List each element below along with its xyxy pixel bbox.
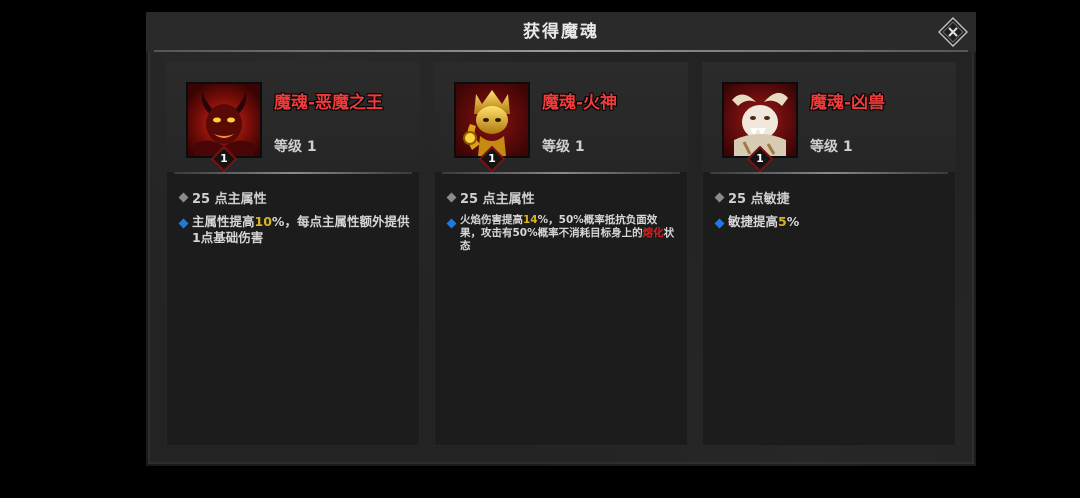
effect-value-highlight: 5 <box>778 214 787 229</box>
soul-name: 魔魂-恶魔之王 <box>274 93 384 113</box>
close-x-icon <box>938 17 968 47</box>
level-badge-number: 1 <box>756 152 764 165</box>
soul-name: 魔魂-火神 <box>542 93 618 113</box>
stat-row: 25 点主属性 <box>178 188 408 208</box>
card-divider <box>442 172 680 174</box>
blue-diamond-bullet-icon <box>446 218 457 229</box>
blue-diamond-bullet-icon <box>714 218 725 229</box>
level-badge: 1 <box>479 146 505 172</box>
stat-row: 25 点主属性 <box>446 188 676 208</box>
effect-description: 敏捷提高5% <box>714 214 946 230</box>
level-badge-number: 1 <box>220 152 228 165</box>
blue-diamond-bullet-icon <box>178 218 189 229</box>
soul-level: 等级 1 <box>542 139 585 155</box>
level-badge: 1 <box>747 146 773 172</box>
level-badge-number: 1 <box>488 152 496 165</box>
dialog-title: 获得魔魂 <box>523 22 599 42</box>
effect-text: 火焰伤害提高14%，50%概率抵抗负面效果，攻击有50%概率不消耗目标身上的熔化… <box>460 214 678 253</box>
effect-text: 主属性提高10%，每点主属性额外提供1点基础伤害 <box>192 214 410 246</box>
soul-level: 等级 1 <box>810 139 853 155</box>
effect-value-highlight: 10 <box>254 214 272 229</box>
card-divider <box>174 172 412 174</box>
effect-value-highlight: 14 <box>523 214 538 226</box>
effect-keyword-highlight: 熔化 <box>642 227 664 239</box>
stat-text: 25 点主属性 <box>192 192 267 207</box>
stat-row: 25 点敏捷 <box>714 188 944 208</box>
effect-text-part: 主属性提高 <box>192 214 255 229</box>
soul-level: 等级 1 <box>274 139 317 155</box>
close-button[interactable] <box>938 17 968 47</box>
title-divider <box>154 50 968 52</box>
soul-card-demon-king: 1 魔魂-恶魔之王 等级 1 25 点主属性 主属性提高10%，每点主属性额外提… <box>166 62 420 446</box>
effect-text-part: % <box>786 214 800 229</box>
gray-diamond-bullet-icon <box>714 192 725 203</box>
stat-text: 25 点敏捷 <box>728 192 790 207</box>
stat-text: 25 点主属性 <box>460 192 535 207</box>
effect-description: 火焰伤害提高14%，50%概率抵抗负面效果，攻击有50%概率不消耗目标身上的熔化… <box>446 214 678 253</box>
effect-description: 主属性提高10%，每点主属性额外提供1点基础伤害 <box>178 214 410 246</box>
card-divider <box>710 172 948 174</box>
gray-diamond-bullet-icon <box>446 192 457 203</box>
level-badge: 1 <box>211 146 237 172</box>
soul-card-fire-god: 1 魔魂-火神 等级 1 25 点主属性 火焰伤害提高14%，50%概率抵抗负面… <box>434 62 688 446</box>
soul-reward-dialog: 获得魔魂 1 魔魂-恶魔之王 等级 1 25 点主属性 主属性提高10%，每点主… <box>146 12 976 466</box>
effect-text-part: 敏捷提高 <box>728 214 779 229</box>
effect-text: 敏捷提高5% <box>728 214 946 230</box>
soul-name: 魔魂-凶兽 <box>810 93 886 113</box>
effect-text-part: 火焰伤害提高 <box>460 214 523 226</box>
gray-diamond-bullet-icon <box>178 192 189 203</box>
soul-card-beast: 1 魔魂-凶兽 等级 1 25 点敏捷 敏捷提高5% <box>702 62 956 446</box>
